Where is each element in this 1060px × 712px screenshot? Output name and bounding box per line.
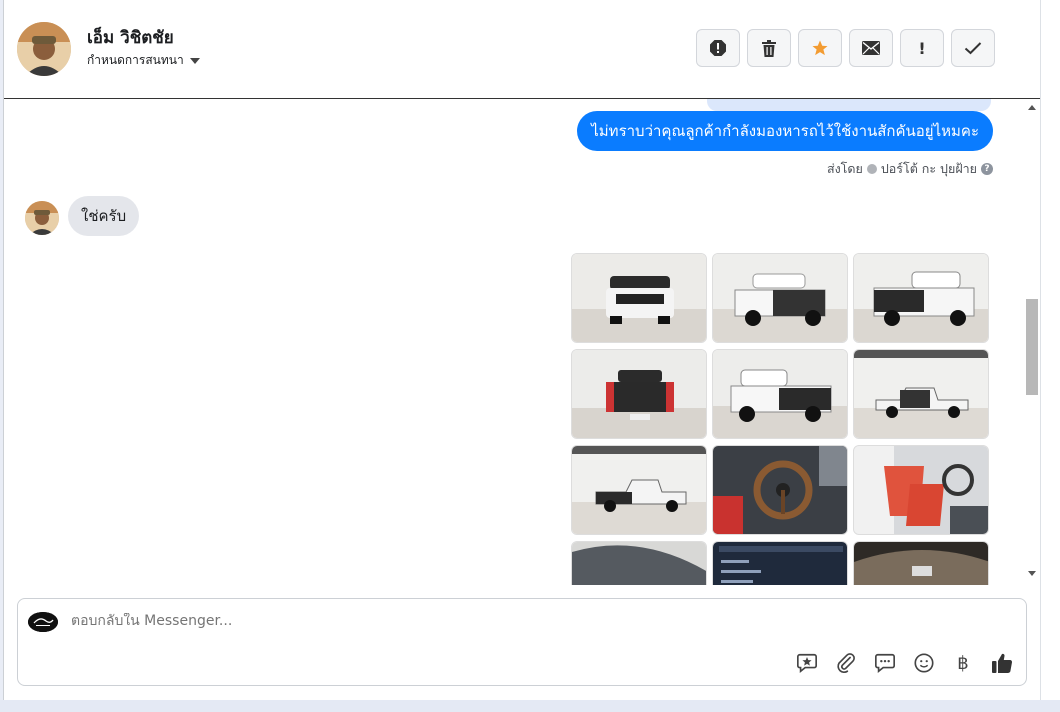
emoji-button[interactable] (912, 651, 936, 675)
assign-label: กำหนดการสนทนา (87, 53, 184, 67)
scroll-down-icon[interactable] (1028, 571, 1036, 576)
photo-truck-front-left[interactable] (712, 253, 848, 343)
header-actions: ! (696, 29, 995, 67)
sent-by-label: ส่งโดย (826, 161, 863, 176)
saved-reply-button[interactable] (873, 651, 897, 675)
delete-button[interactable] (747, 29, 791, 67)
check-icon (964, 42, 982, 55)
photo-dashboard-gauges[interactable] (853, 541, 989, 585)
photo-truck-side-right[interactable] (853, 349, 989, 439)
contact-avatar[interactable] (17, 22, 71, 76)
page-bottom-edge (0, 700, 1060, 712)
photo-interior-steering[interactable] (712, 445, 848, 535)
photo-truck-front[interactable] (571, 253, 707, 343)
photo-wheel-closeup[interactable] (571, 541, 707, 585)
star-message-button[interactable] (795, 651, 819, 675)
reply-composer: ฿ (17, 598, 1027, 686)
photo-truck-rear-left[interactable] (712, 349, 848, 439)
report-button[interactable] (696, 29, 740, 67)
photo-document-screen[interactable] (712, 541, 848, 585)
photo-truck-side-left[interactable] (571, 445, 707, 535)
report-icon (710, 40, 726, 56)
attachment-icon (837, 653, 855, 674)
previous-message-bubble (707, 99, 991, 111)
assign-conversation-dropdown[interactable]: กำหนดการสนทนา (87, 51, 200, 70)
reply-input[interactable] (71, 613, 771, 629)
admin-icon (866, 164, 877, 174)
help-icon[interactable]: ? (981, 163, 993, 175)
outgoing-message[interactable]: ไม่ทราบว่าคุณลูกค้ากำลังมองหารถไว้ใช้งาน… (577, 111, 993, 151)
trash-icon (762, 39, 776, 57)
scrollbar-thumb[interactable] (1026, 299, 1038, 395)
mark-important-button[interactable]: ! (900, 29, 944, 67)
photo-truck-rear-right[interactable] (853, 253, 989, 343)
saved-reply-icon (875, 653, 895, 673)
message-thread[interactable]: ไม่ทราบว่าคุณลูกค้ากำลังมองหารถไว้ใช้งาน… (4, 99, 1040, 585)
conversation-header: เอ็ม วิชิตชัย กำหนดการสนทนา ! (4, 0, 1040, 99)
baht-icon: ฿ (957, 652, 969, 674)
composer-tools: ฿ (795, 651, 1014, 675)
envelope-icon (862, 41, 880, 55)
exclamation-icon: ! (918, 38, 926, 58)
incoming-message[interactable]: ใช่ครับ (68, 196, 140, 236)
inbox-window: เอ็ม วิชิตชัย กำหนดการสนทนา ! ไม่ทราบว่า… (3, 0, 1041, 700)
sent-by-name[interactable]: ปอร์โต้ กะ ปุยฝ้าย (881, 159, 977, 179)
star-icon (812, 40, 828, 56)
photo-truck-rear[interactable] (571, 349, 707, 439)
mark-done-button[interactable] (951, 29, 995, 67)
mark-unread-button[interactable] (849, 29, 893, 67)
photo-interior-seats[interactable] (853, 445, 989, 535)
page-logo (28, 612, 58, 632)
photo-grid (571, 253, 989, 585)
thumbs-up-icon (992, 653, 1013, 673)
star-message-icon (797, 653, 817, 673)
caret-down-icon (189, 57, 200, 64)
contact-name[interactable]: เอ็ม วิชิตชัย (87, 24, 174, 51)
attachment-button[interactable] (834, 651, 858, 675)
star-button[interactable] (798, 29, 842, 67)
contact-avatar-small[interactable] (25, 201, 59, 235)
payment-button[interactable]: ฿ (951, 651, 975, 675)
like-button[interactable] (990, 651, 1014, 675)
emoji-icon (914, 653, 934, 673)
sent-by-line: ส่งโดย ปอร์โต้ กะ ปุยฝ้าย ? (827, 159, 993, 179)
scroll-up-icon[interactable] (1028, 105, 1036, 110)
adjacent-panel-edge (1040, 0, 1060, 712)
